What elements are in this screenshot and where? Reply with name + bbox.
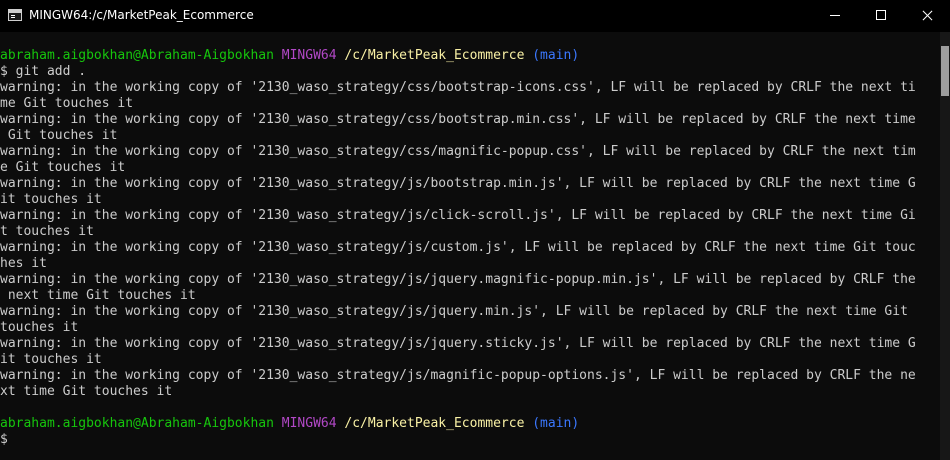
vertical-scrollbar[interactable] — [940, 32, 950, 460]
output-line: warning: in the working copy of '2130_wa… — [0, 112, 916, 127]
output-line: warning: in the working copy of '2130_wa… — [0, 208, 916, 223]
output-line: touches it — [0, 320, 79, 335]
minimize-icon — [830, 15, 840, 16]
prompt-line: abraham.aigbokhan@Abraham-Aigbokhan MING… — [0, 416, 940, 432]
output-line: next time Git touches it — [0, 288, 196, 303]
prompt-user-host: abraham.aigbokhan@Abraham-Aigbokhan — [0, 48, 274, 63]
maximize-icon — [876, 10, 886, 20]
output-line: me Git touches it — [0, 96, 134, 111]
output-line: warning: in the working copy of '2130_wa… — [0, 336, 916, 351]
prompt-user-host: abraham.aigbokhan@Abraham-Aigbokhan — [0, 416, 274, 431]
terminal-content: abraham.aigbokhan@Abraham-Aigbokhan MING… — [0, 48, 940, 448]
command-line: $ git add . — [0, 64, 87, 79]
output-line: it touches it — [0, 352, 102, 367]
minimize-button[interactable] — [812, 0, 858, 32]
prompt-branch: (main) — [532, 416, 580, 431]
output-line: hes it — [0, 256, 47, 271]
prompt-path: /c/MarketPeak_Ecommerce — [344, 416, 525, 431]
output-line: Git touches it — [0, 128, 118, 143]
output-line: warning: in the working copy of '2130_wa… — [0, 272, 916, 287]
title-bar[interactable]: MINGW64:/c/MarketPeak_Ecommerce — [0, 0, 950, 32]
close-icon — [921, 9, 933, 21]
prompt-path: /c/MarketPeak_Ecommerce — [344, 48, 525, 63]
prompt-line: abraham.aigbokhan@Abraham-Aigbokhan MING… — [0, 48, 940, 64]
close-button[interactable] — [904, 0, 950, 32]
output-line: warning: in the working copy of '2130_wa… — [0, 304, 908, 319]
output-line: t touches it — [0, 224, 94, 239]
command-input-line[interactable]: $ — [0, 432, 940, 448]
output-line: warning: in the working copy of '2130_wa… — [0, 368, 916, 383]
output-line: warning: in the working copy of '2130_wa… — [0, 176, 916, 191]
window-title: MINGW64:/c/MarketPeak_Ecommerce — [29, 8, 254, 22]
output-line: warning: in the working copy of '2130_wa… — [0, 240, 916, 255]
terminal-app-icon[interactable] — [8, 9, 22, 21]
terminal-area[interactable]: abraham.aigbokhan@Abraham-Aigbokhan MING… — [0, 32, 940, 460]
prompt-shell: MINGW64 — [281, 48, 337, 63]
output-line: xt time Git touches it — [0, 384, 173, 399]
output-line: warning: in the working copy of '2130_wa… — [0, 80, 916, 95]
prompt-branch: (main) — [532, 48, 580, 63]
output-line: it touches it — [0, 192, 102, 207]
output-line: e Git touches it — [0, 160, 126, 175]
prompt-shell: MINGW64 — [281, 416, 337, 431]
maximize-button[interactable] — [858, 0, 904, 32]
output-line: warning: in the working copy of '2130_wa… — [0, 144, 916, 159]
scrollbar-thumb[interactable] — [941, 46, 949, 96]
